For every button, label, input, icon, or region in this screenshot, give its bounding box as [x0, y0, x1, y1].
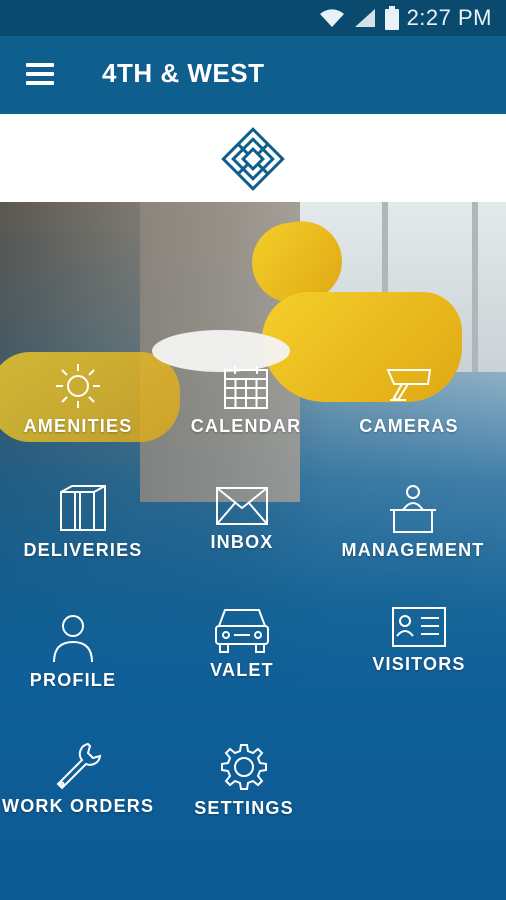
wrench-icon — [56, 742, 102, 790]
status-bar: 2:27 PM — [0, 0, 506, 36]
status-icons: 2:27 PM — [319, 5, 492, 31]
app-bar: 4TH & WEST — [0, 36, 506, 114]
wifi-icon — [319, 9, 344, 27]
tile-label: AMENITIES — [23, 416, 133, 436]
status-time: 2:27 PM — [406, 5, 492, 30]
tile-management[interactable]: MANAGEMENT — [338, 484, 488, 561]
tile-calendar[interactable]: CALENDAR — [171, 364, 321, 437]
tile-valet[interactable]: VALET — [167, 606, 317, 681]
signal-icon — [354, 9, 375, 27]
dashboard-background: AMENITIES CALENDAR CAMERAS DELIVERIES IN… — [0, 202, 506, 900]
tile-work-orders[interactable]: WORK ORDERS — [2, 740, 155, 817]
tile-label: CALENDAR — [190, 416, 302, 436]
tile-label: WORK ORDERS — [2, 796, 155, 816]
tile-deliveries[interactable]: DELIVERIES — [8, 484, 158, 561]
gear-icon — [221, 744, 267, 790]
tile-settings[interactable]: SETTINGS — [169, 742, 319, 819]
tile-label: INBOX — [210, 532, 274, 552]
app-title: 4TH & WEST — [102, 58, 265, 88]
tile-label: MANAGEMENT — [341, 540, 485, 560]
tile-cameras[interactable]: CAMERAS — [334, 366, 484, 437]
sun-icon — [56, 364, 100, 408]
tile-profile[interactable]: PROFILE — [0, 614, 148, 691]
tile-label: CAMERAS — [359, 416, 459, 436]
tile-label: SETTINGS — [194, 798, 294, 818]
envelope-icon — [216, 487, 268, 525]
calendar-icon — [224, 366, 268, 409]
tile-label: VISITORS — [372, 654, 466, 674]
tile-visitors[interactable]: VISITORS — [344, 606, 494, 675]
building-logo — [221, 127, 285, 191]
tile-label: PROFILE — [29, 670, 117, 690]
hamburger-menu-icon[interactable] — [22, 58, 58, 92]
tile-inbox[interactable]: INBOX — [167, 486, 317, 553]
logo-strip — [0, 114, 506, 202]
security-camera-icon — [386, 369, 432, 402]
front-desk-icon — [390, 485, 436, 533]
tile-label: DELIVERIES — [23, 540, 143, 560]
id-card-icon — [392, 607, 446, 647]
car-icon — [215, 609, 269, 653]
person-icon — [53, 615, 93, 663]
tile-amenities[interactable]: AMENITIES — [3, 362, 153, 437]
battery-icon — [384, 6, 399, 30]
tile-label: VALET — [210, 660, 274, 680]
package-icon — [60, 485, 106, 531]
